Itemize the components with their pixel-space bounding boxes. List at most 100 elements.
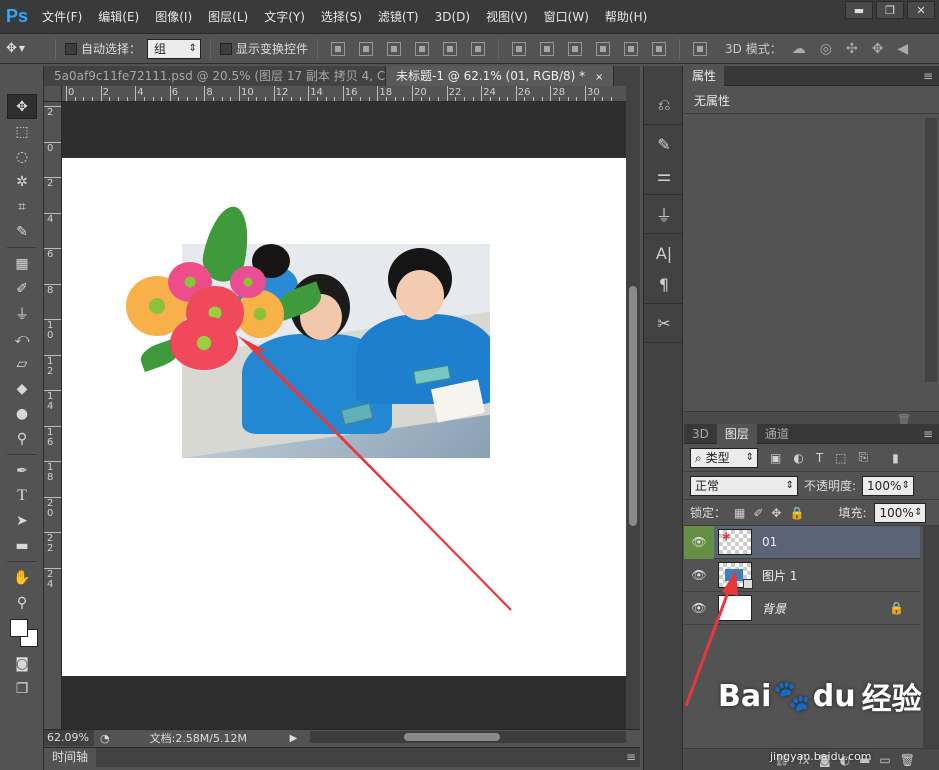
- history-panel-button[interactable]: ⎌: [647, 91, 681, 119]
- align-top-icon[interactable]: [331, 41, 346, 56]
- align-bottom-icon[interactable]: [387, 41, 402, 56]
- new-layer-icon[interactable]: ▭: [879, 753, 890, 767]
- layer-row-01[interactable]: 👁 ✱ 01: [684, 525, 920, 559]
- menu-3d[interactable]: 3D(D): [427, 0, 478, 34]
- properties-scrollbar[interactable]: [925, 118, 937, 382]
- distribute-right-icon[interactable]: [652, 41, 667, 56]
- auto-select-checkbox[interactable]: 自动选择：: [65, 40, 141, 57]
- brush-presets-button[interactable]: ✎: [647, 130, 681, 158]
- distribute-top-icon[interactable]: [512, 41, 527, 56]
- vertical-scroll-thumb[interactable]: [629, 286, 637, 526]
- share-icon[interactable]: ◔: [100, 732, 110, 745]
- menu-view[interactable]: 视图(V): [478, 0, 536, 34]
- layer-row-picture1[interactable]: 👁 图片 1: [684, 559, 920, 592]
- auto-select-dropdown[interactable]: 组: [147, 38, 202, 59]
- menu-help[interactable]: 帮助(H): [597, 0, 655, 34]
- menu-select[interactable]: 选择(S): [313, 0, 370, 34]
- eyedropper-tool[interactable]: ✎: [7, 219, 37, 244]
- horizontal-scrollbar[interactable]: [310, 731, 626, 743]
- layer-name[interactable]: 背景: [762, 600, 786, 617]
- restore-button[interactable]: ❐: [876, 1, 904, 19]
- type-filter-icon[interactable]: T: [816, 451, 823, 465]
- checkbox-box[interactable]: [65, 42, 77, 55]
- pen-tool[interactable]: ✒: [7, 458, 37, 483]
- foreground-color[interactable]: [10, 619, 28, 637]
- lasso-tool[interactable]: ◌: [7, 144, 37, 169]
- tool-preset-picker[interactable]: ✥ ▼: [6, 38, 46, 60]
- lock-all-icon[interactable]: 🔒: [789, 506, 804, 520]
- adjustment-filter-icon[interactable]: ◐: [793, 451, 803, 465]
- distribute-bottom-icon[interactable]: [568, 41, 583, 56]
- move-tool[interactable]: ✥: [7, 94, 37, 119]
- hand-tool[interactable]: ✋: [7, 565, 37, 590]
- zoom-level[interactable]: 62.09%: [44, 730, 94, 746]
- quick-mask-button[interactable]: ◙: [7, 651, 37, 676]
- horizontal-scroll-thumb[interactable]: [404, 733, 500, 741]
- 3d-drag-icon[interactable]: ✣: [846, 41, 858, 57]
- paragraph-panel-button[interactable]: ¶: [647, 270, 681, 298]
- menu-filter[interactable]: 滤镜(T): [370, 0, 427, 34]
- clone-source-button[interactable]: ⏚: [647, 200, 681, 228]
- blend-mode-select[interactable]: 正常: [690, 475, 798, 496]
- vertical-scrollbar[interactable]: [626, 86, 640, 729]
- align-left-icon[interactable]: [415, 41, 430, 56]
- eye-icon[interactable]: 👁: [684, 592, 714, 625]
- checkbox-box[interactable]: [220, 42, 233, 55]
- trash-icon[interactable]: 🗑: [900, 753, 915, 767]
- eraser-tool[interactable]: ▱: [7, 351, 37, 376]
- document-canvas[interactable]: [62, 158, 626, 676]
- layer-row-background[interactable]: 👁 背景 🔒: [684, 592, 920, 625]
- opacity-input[interactable]: 100%: [862, 475, 915, 496]
- close-button[interactable]: ✕: [907, 1, 935, 19]
- filter-toggle-icon[interactable]: ▮: [892, 451, 899, 465]
- layer-name[interactable]: 图片 1: [762, 567, 797, 584]
- crop-tool[interactable]: ⌗: [7, 194, 37, 219]
- panel-menu-icon[interactable]: ≡: [626, 750, 636, 764]
- minimize-button[interactable]: ▬: [845, 1, 873, 19]
- eye-icon[interactable]: 👁: [684, 559, 714, 592]
- menu-edit[interactable]: 编辑(E): [90, 0, 147, 34]
- align-vcenter-icon[interactable]: [359, 41, 374, 56]
- close-icon[interactable]: ×: [595, 72, 603, 83]
- show-transform-checkbox[interactable]: 显示变换控件: [220, 40, 308, 57]
- brush-tool[interactable]: ✐: [7, 276, 37, 301]
- character-panel-button[interactable]: A|: [647, 239, 681, 267]
- doc-tab-psd[interactable]: 5a0af9c11fe72111.psd @ 20.5% (图层 17 副本 拷…: [44, 66, 386, 86]
- fill-input[interactable]: 100%: [874, 502, 927, 523]
- menu-image[interactable]: 图像(I): [147, 0, 200, 34]
- paint-bucket-tool[interactable]: ◆: [7, 376, 37, 401]
- eye-icon[interactable]: 👁: [684, 525, 714, 559]
- marquee-tool[interactable]: ⬚: [7, 119, 37, 144]
- menu-layer[interactable]: 图层(L): [200, 0, 256, 34]
- shape-tool[interactable]: ▬: [7, 533, 37, 558]
- dodge-tool[interactable]: ⚲: [7, 426, 37, 451]
- 3d-roll-icon[interactable]: ◎: [820, 41, 832, 57]
- distribute-left-icon[interactable]: [596, 41, 611, 56]
- tool-presets-button[interactable]: ✂: [647, 309, 681, 337]
- align-hcenter-icon[interactable]: [443, 41, 458, 56]
- tab-properties[interactable]: 属性: [684, 66, 725, 86]
- zoom-tool[interactable]: ⚲: [7, 590, 37, 615]
- 3d-slide-icon[interactable]: ✥: [872, 41, 884, 57]
- color-swatches[interactable]: [6, 615, 46, 651]
- layer-name[interactable]: 01: [762, 535, 777, 549]
- tab-channels[interactable]: 通道: [757, 424, 797, 444]
- tab-layers[interactable]: 图层: [716, 424, 757, 444]
- stamp-tool[interactable]: ⏚: [7, 301, 37, 326]
- distribute-hcenter-icon[interactable]: [624, 41, 639, 56]
- menu-type[interactable]: 文字(Y): [256, 0, 313, 34]
- panel-menu-icon[interactable]: ≡: [923, 69, 933, 83]
- lock-position-icon[interactable]: ✥: [771, 506, 781, 520]
- menu-file[interactable]: 文件(F): [34, 0, 90, 34]
- auto-align-icon[interactable]: [693, 41, 708, 56]
- canvas-workspace[interactable]: [62, 102, 626, 729]
- path-select-tool[interactable]: ➤: [7, 508, 37, 533]
- 3d-rotate-icon[interactable]: ☁: [792, 41, 806, 57]
- magic-wand-tool[interactable]: ✲: [7, 169, 37, 194]
- align-right-icon[interactable]: [471, 41, 486, 56]
- screen-mode-button[interactable]: ❐: [7, 676, 37, 701]
- panel-menu-icon[interactable]: ≡: [923, 427, 933, 441]
- type-tool[interactable]: T: [7, 483, 37, 508]
- status-menu-arrow[interactable]: ▶: [290, 733, 302, 744]
- menu-window[interactable]: 窗口(W): [536, 0, 597, 34]
